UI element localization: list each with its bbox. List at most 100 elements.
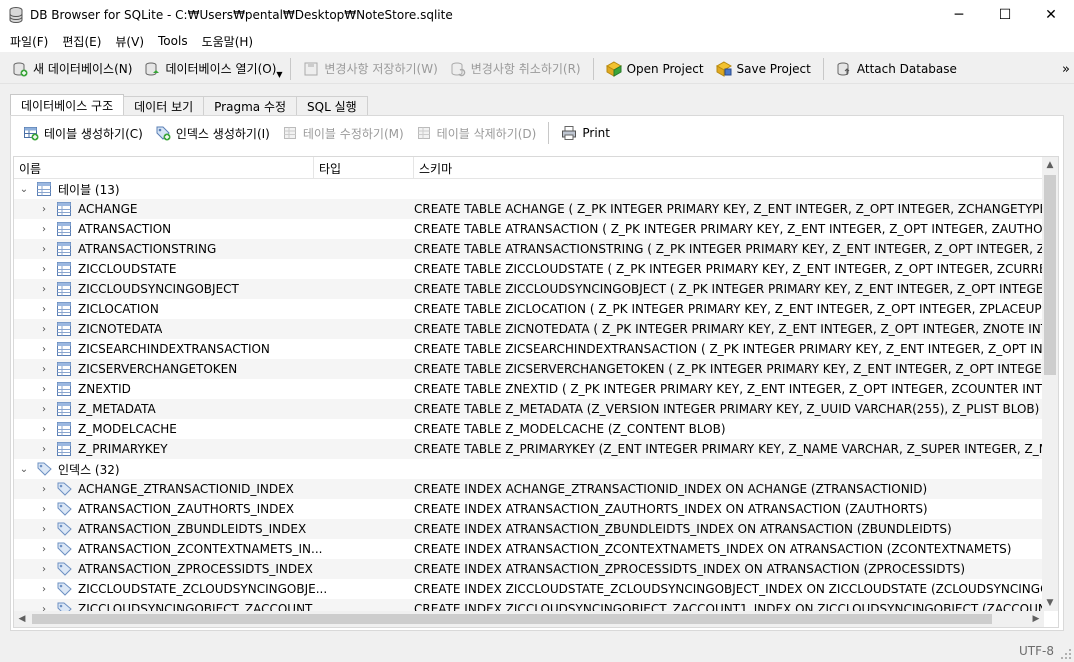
open-database-button[interactable]: 데이터베이스 열기(O) [138,56,282,82]
chevron-right-icon[interactable]: › [36,279,52,299]
menu-file[interactable]: 파일(F) [4,33,54,50]
modify-table-button[interactable]: 테이블 수정하기(M) [276,120,410,146]
create-index-button[interactable]: 인덱스 생성하기(I) [149,120,276,146]
chevron-right-icon[interactable]: › [36,339,52,359]
modify-table-label: 테이블 수정하기(M) [302,126,404,141]
table-name: ZICSEARCHINDEXTRANSACTION [78,342,270,356]
toolbar-separator [290,57,292,80]
name-cell: › ZICCLOUDSYNCINGOBJECT_ZACCOUNT... [14,599,414,611]
maximize-button[interactable]: ☐ [982,0,1028,30]
tree-row-table[interactable]: › ATRANSACTIONSTRING CREATE TABLE ATRANSAC… [14,239,1044,259]
tree-row-table[interactable]: › Z_MODELCACHE CREATE TABLE Z_MODELCACHE (… [14,419,1044,439]
open-database-dropdown-icon[interactable]: ▼ [276,70,284,79]
table-name: ZNEXTID [78,382,131,396]
chevron-right-icon[interactable]: › [36,239,52,259]
schema-cell: CREATE TABLE Z_METADATA (Z_VERSION INTEG… [414,402,1040,416]
name-cell: › Z_METADATA [14,399,414,419]
name-cell: › ZICCLOUDSTATE [14,259,414,279]
tab-edit-pragmas[interactable]: Pragma 수정 [203,96,298,116]
chevron-right-icon[interactable]: › [36,359,52,379]
column-header-schema[interactable]: 스키마 [414,157,1044,179]
chevron-right-icon[interactable]: › [36,419,52,439]
close-button[interactable]: ✕ [1028,0,1074,30]
chevron-down-icon[interactable]: ⌄ [16,179,32,199]
chevron-right-icon[interactable]: › [36,439,52,459]
horizontal-scrollbar[interactable]: ◀ ▶ [14,611,1044,627]
chevron-right-icon[interactable]: › [36,199,52,219]
vertical-scroll-thumb[interactable] [1044,175,1056,375]
toolbar-overflow-button[interactable]: » [1062,54,1070,84]
tree-row-table[interactable]: › ZICSEARCHINDEXTRANSACTION CREATE TABLE Z… [14,339,1044,359]
chevron-right-icon[interactable]: › [36,499,52,519]
chevron-right-icon[interactable]: › [36,299,52,319]
schema-cell: CREATE TABLE ZICNOTEDATA ( Z_PK INTEGER … [414,322,1044,336]
chevron-right-icon[interactable]: › [36,599,52,612]
chevron-right-icon[interactable]: › [36,379,52,399]
open-project-button[interactable]: Open Project [600,56,710,82]
chevron-right-icon[interactable]: › [36,219,52,239]
column-header-name[interactable]: 이름 [14,157,314,179]
tree-row-index[interactable]: › ACHANGE_ZTRANSACTIONID_INDEX CREATE INDE… [14,479,1044,499]
tree-row-index[interactable]: › ATRANSACTION_ZCONTEXTNAMETS_IN... CREATE… [14,539,1044,559]
chevron-right-icon[interactable]: › [36,479,52,499]
chevron-down-icon[interactable]: ⌄ [16,459,32,479]
resize-grip-icon[interactable] [1060,648,1072,660]
menu-edit[interactable]: 편집(E) [56,33,107,50]
revert-changes-label: 변경사항 취소하기(R) [470,62,581,76]
chevron-right-icon[interactable]: › [36,579,52,599]
table-name: Z_METADATA [78,402,156,416]
menu-tools[interactable]: Tools [152,34,194,48]
name-cell: › ATRANSACTION_ZPROCESSIDTS_INDEX [14,559,414,579]
scroll-left-icon[interactable]: ◀ [14,611,30,627]
create-table-button[interactable]: 테이블 생성하기(C) [17,120,149,146]
scroll-down-icon[interactable]: ▼ [1042,595,1058,611]
menu-help[interactable]: 도움말(H) [196,33,260,50]
print-button[interactable]: Print [555,120,616,146]
table-icon [56,221,72,237]
index-icon [56,541,72,557]
tree-row-index[interactable]: › ZICCLOUDSYNCINGOBJECT_ZACCOUNT... CREATE… [14,599,1044,611]
open-database-label: 데이터베이스 열기(O) [165,62,277,76]
tree-row-table[interactable]: › ZICCLOUDSTATE CREATE TABLE ZICCLOUDSTATE… [14,259,1044,279]
chevron-right-icon[interactable]: › [36,559,52,579]
tab-browse-data[interactable]: 데이터 보기 [123,96,205,116]
write-changes-button[interactable]: 변경사항 저장하기(W) [297,56,443,82]
tree-row-index[interactable]: › ATRANSACTION_ZPROCESSIDTS_INDEX CREATE I… [14,559,1044,579]
new-database-button[interactable]: 새 데이터베이스(N) [6,56,138,82]
column-header-type[interactable]: 타입 [314,157,414,179]
tree-row-table[interactable]: › ZICNOTEDATA CREATE TABLE ZICNOTEDATA ( Z… [14,319,1044,339]
tree-group-tables[interactable]: ⌄ 테이블 (13) [14,179,1044,199]
tree-row-index[interactable]: › ZICCLOUDSTATE_ZCLOUDSYNCINGOBJE... CREAT… [14,579,1044,599]
tree-group-indexes[interactable]: ⌄ 인덱스 (32) [14,459,1044,479]
tree-row-table[interactable]: › ZICLOCATION CREATE TABLE ZICLOCATION ( Z… [14,299,1044,319]
delete-table-button[interactable]: 테이블 삭제하기(D) [410,120,543,146]
horizontal-scroll-thumb[interactable] [32,614,992,624]
chevron-right-icon[interactable]: › [36,539,52,559]
chevron-right-icon[interactable]: › [36,399,52,419]
tree-row-index[interactable]: › ATRANSACTION_ZAUTHORTS_INDEX CREATE INDE… [14,499,1044,519]
schema-tree[interactable]: 이름 타입 스키마 ⌄ 테이블 (13) › ACHANGE CREATE TABLE … [13,156,1059,628]
tree-row-table[interactable]: › Z_PRIMARYKEY CREATE TABLE Z_PRIMARYKEY (… [14,439,1044,459]
menu-view[interactable]: 뷰(V) [109,33,150,50]
tree-row-table[interactable]: › ZNEXTID CREATE TABLE ZNEXTID ( Z_PK INTE… [14,379,1044,399]
tree-row-table[interactable]: › ACHANGE CREATE TABLE ACHANGE ( Z_PK INTE… [14,199,1044,219]
new-database-icon [12,61,28,77]
tree-row-table[interactable]: › Z_METADATA CREATE TABLE Z_METADATA (Z_VE… [14,399,1044,419]
tab-execute-sql[interactable]: SQL 실행 [296,96,368,116]
chevron-right-icon[interactable]: › [36,319,52,339]
chevron-right-icon[interactable]: › [36,259,52,279]
tab-database-structure[interactable]: 데이터베이스 구조 [10,94,125,116]
revert-changes-button[interactable]: 변경사항 취소하기(R) [444,56,587,82]
minimize-button[interactable]: ─ [936,0,982,30]
tree-row-table[interactable]: › ZICCLOUDSYNCINGOBJECT CREATE TABLE ZICCL… [14,279,1044,299]
save-project-button[interactable]: Save Project [710,56,817,82]
attach-database-button[interactable]: Attach Database [830,56,963,82]
scroll-right-icon[interactable]: ▶ [1028,611,1044,627]
tree-row-index[interactable]: › ATRANSACTION_ZBUNDLEIDTS_INDEX CREATE IN… [14,519,1044,539]
chevron-right-icon[interactable]: › [36,519,52,539]
tree-row-table[interactable]: › ZICSERVERCHANGETOKEN CREATE TABLE ZICSER… [14,359,1044,379]
tree-row-table[interactable]: › ATRANSACTION CREATE TABLE ATRANSACTION (… [14,219,1044,239]
vertical-scrollbar[interactable]: ▲ ▼ [1042,157,1058,611]
scroll-up-icon[interactable]: ▲ [1042,157,1058,173]
index-group-icon [36,461,52,477]
